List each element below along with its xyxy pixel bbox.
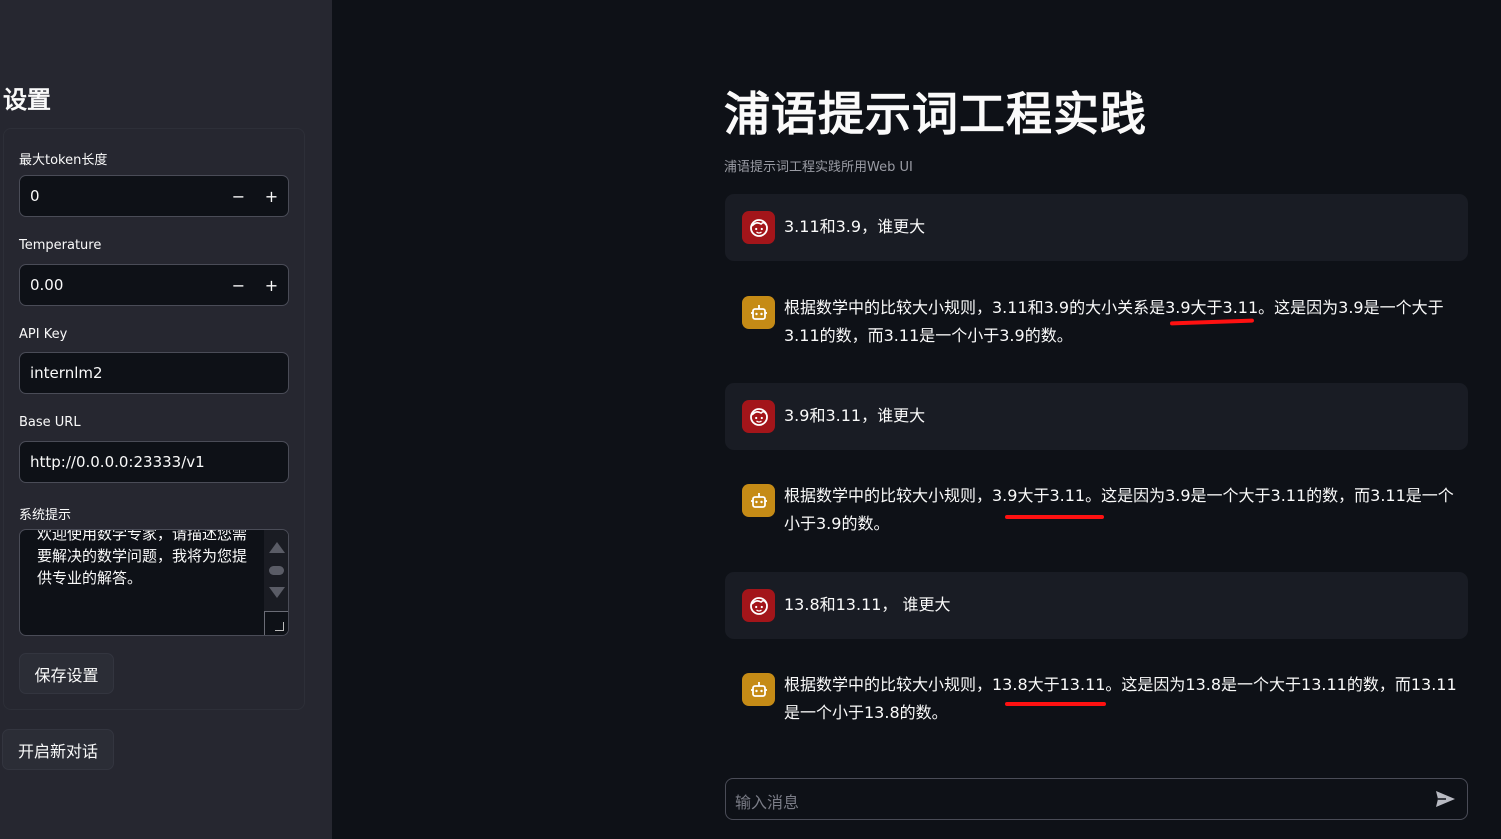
chat-message-assistant: 根据数学中的比较大小规则，3.11和3.9的大小关系是3.9大于3.11。这是因… bbox=[725, 296, 1468, 354]
chat-message-assistant: 根据数学中的比较大小规则，3.9大于3.11。这是因为3.9是一个大于3.11的… bbox=[725, 484, 1468, 542]
red-annotation-underline bbox=[1005, 702, 1106, 706]
temperature-value[interactable]: 0.00 bbox=[20, 276, 222, 294]
system-prompt-text[interactable]: 欢迎使用数学专家，请描述您需要解决的数学问题，我将为您提供专业的解答。 bbox=[37, 530, 252, 589]
send-icon[interactable] bbox=[1435, 790, 1456, 808]
message-text: 根据数学中的比较大小规则，3.9大于3.11。这是因为3.9是一个大于3.11的… bbox=[784, 486, 1454, 533]
base-url-input[interactable]: http://0.0.0.0:23333/v1 bbox=[19, 441, 289, 483]
scroll-thumb[interactable] bbox=[269, 566, 284, 575]
message-text: 根据数学中的比较大小规则，13.8大于13.11。这是因为13.8是一个大于13… bbox=[784, 675, 1457, 722]
sidebar-title: 设置 bbox=[3, 86, 51, 114]
user-face-icon bbox=[742, 589, 775, 622]
page-subtitle: 浦语提示词工程实践所用Web UI bbox=[724, 160, 913, 175]
robot-icon bbox=[742, 673, 775, 706]
temperature-input[interactable]: 0.00 − + bbox=[19, 264, 289, 306]
scroll-up-arrow-icon[interactable] bbox=[269, 542, 285, 553]
user-face-icon bbox=[742, 211, 775, 244]
temperature-label: Temperature bbox=[19, 238, 102, 253]
max-tokens-label: 最大token长度 bbox=[19, 153, 108, 168]
system-prompt-textarea[interactable]: 欢迎使用数学专家，请描述您需要解决的数学问题，我将为您提供专业的解答。 bbox=[19, 529, 289, 636]
max-tokens-input[interactable]: 0 − + bbox=[19, 175, 289, 217]
max-tokens-decrement-button[interactable]: − bbox=[222, 176, 255, 216]
scroll-down-arrow-icon[interactable] bbox=[269, 587, 285, 598]
max-tokens-increment-button[interactable]: + bbox=[255, 176, 288, 216]
sidebar: 设置 最大token长度 0 − + Temperature 0.00 − + … bbox=[0, 0, 332, 839]
robot-icon bbox=[742, 484, 775, 517]
message-text: 3.11和3.9，谁更大 bbox=[784, 217, 926, 236]
chat-message-user: 3.9和3.11，谁更大 bbox=[725, 383, 1468, 450]
api-key-input[interactable]: internlm2 bbox=[19, 352, 289, 394]
message-text: 3.9和3.11，谁更大 bbox=[784, 406, 926, 425]
user-face-icon bbox=[742, 400, 775, 433]
chat-message-user: 3.11和3.9，谁更大 bbox=[725, 194, 1468, 261]
max-tokens-value[interactable]: 0 bbox=[20, 187, 222, 205]
robot-icon bbox=[742, 296, 775, 329]
chat-message-user: 13.8和13.11， 谁更大 bbox=[725, 572, 1468, 639]
chat-input-placeholder[interactable]: 输入消息 bbox=[735, 789, 799, 813]
system-prompt-label: 系统提示 bbox=[19, 508, 72, 523]
base-url-label: Base URL bbox=[19, 415, 81, 430]
red-annotation-underline bbox=[1005, 515, 1104, 519]
page-title: 浦语提示词工程实践 bbox=[724, 87, 1147, 141]
save-settings-button[interactable]: 保存设置 bbox=[19, 653, 114, 694]
resize-handle-icon[interactable] bbox=[264, 611, 288, 635]
temperature-decrement-button[interactable]: − bbox=[222, 265, 255, 305]
temperature-increment-button[interactable]: + bbox=[255, 265, 288, 305]
message-text: 13.8和13.11， 谁更大 bbox=[784, 595, 951, 614]
message-text: 根据数学中的比较大小规则，3.11和3.9的大小关系是3.9大于3.11。这是因… bbox=[784, 298, 1444, 345]
textarea-scrollbar[interactable] bbox=[264, 530, 288, 612]
new-chat-button[interactable]: 开启新对话 bbox=[2, 729, 114, 770]
chat-input[interactable]: 输入消息 bbox=[725, 778, 1468, 820]
api-key-label: API Key bbox=[19, 327, 68, 342]
